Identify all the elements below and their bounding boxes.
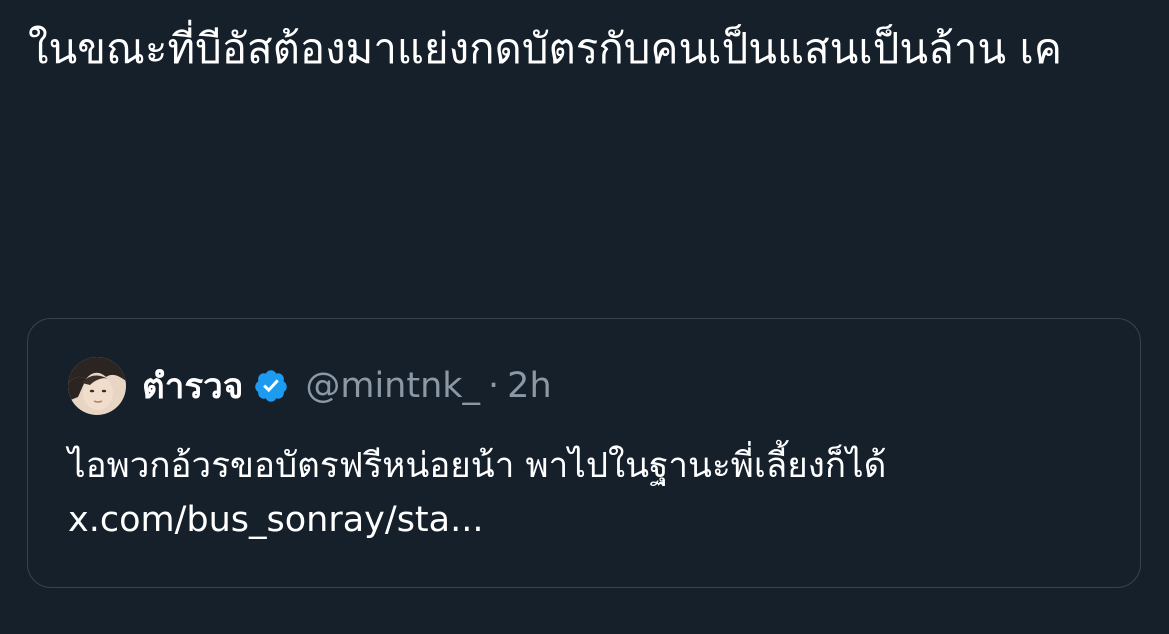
tweet-text: ในขณะที่บีอัสต้องมาแย่งกดบัตรกับคนเป็นแส… bbox=[28, 24, 1062, 73]
avatar-image bbox=[68, 357, 126, 415]
handle[interactable]: @mintnk_ bbox=[305, 366, 480, 406]
display-name[interactable]: ตำรวจ bbox=[142, 359, 243, 414]
quoted-tweet-text: ไอพวกอ้วรขอบัตรฟรีหน่อยน้า พาไปในฐานะพี่… bbox=[68, 446, 887, 486]
timestamp[interactable]: 2h bbox=[507, 366, 551, 406]
quoted-tweet-card[interactable]: ตำรวจ @mintnk_ · 2h ไอพวกอ้วรขอบัตรฟรีหน… bbox=[27, 318, 1141, 588]
quoted-tweet-link[interactable]: x.com/bus_sonray/sta... bbox=[68, 493, 1118, 547]
quoted-tweet-header: ตำรวจ @mintnk_ · 2h bbox=[68, 357, 552, 415]
verified-badge-icon bbox=[253, 368, 289, 404]
separator-dot: · bbox=[488, 366, 500, 406]
avatar[interactable] bbox=[68, 357, 126, 415]
quoted-tweet-body: ไอพวกอ้วรขอบัตรฟรีหน่อยน้า พาไปในฐานะพี่… bbox=[68, 439, 1118, 547]
